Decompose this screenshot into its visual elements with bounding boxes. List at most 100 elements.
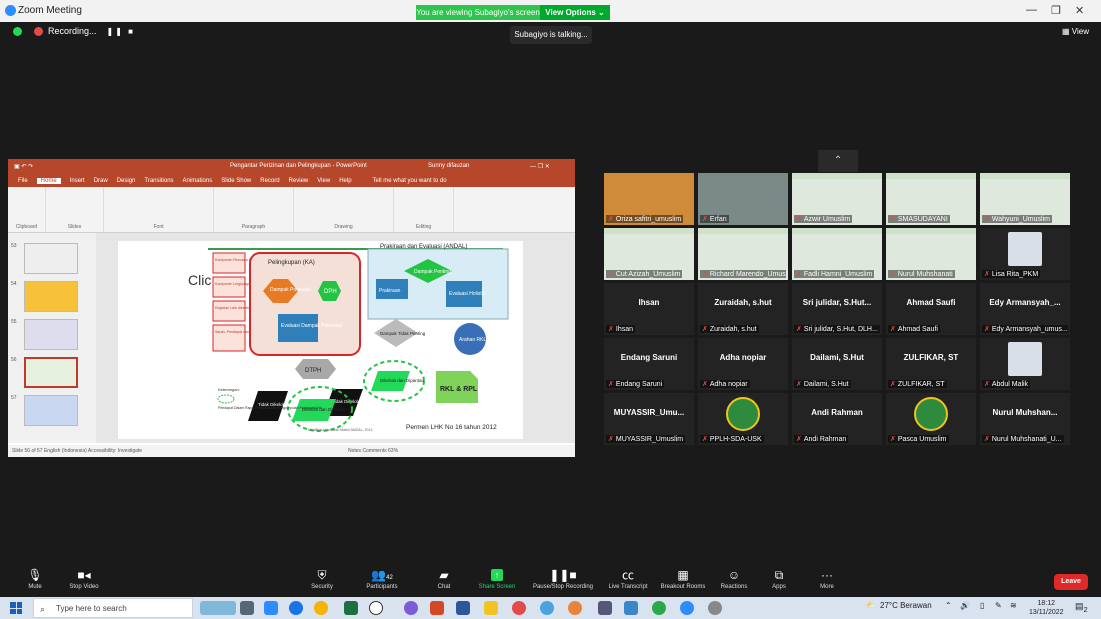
ppt-tab-slide-show[interactable]: Slide Show	[221, 178, 251, 184]
pause-recording-button[interactable]: ❚❚■ Pause/Stop Recording	[528, 567, 598, 590]
taskbar-search[interactable]: ⌕ Type here to search	[33, 598, 193, 618]
ribbon-group-clipboard[interactable]: Clipboard	[8, 187, 46, 232]
restore-icon[interactable]: ❐	[1051, 4, 1061, 17]
slide-thumbnail[interactable]	[24, 243, 78, 274]
ppt-tell-me[interactable]: Tell me what you want to do	[373, 178, 447, 184]
share-screen-button[interactable]: ↑ Share Screen	[474, 567, 520, 590]
powerpoint-icon[interactable]	[430, 601, 444, 615]
ribbon-group-font[interactable]: Font	[104, 187, 214, 232]
participant-tile[interactable]: ✗ Nurul Muhshanati	[886, 228, 976, 280]
participant-tile[interactable]: ✗ Pasca Umuslim	[886, 393, 976, 445]
reactions-button[interactable]: ☺ Reactions	[716, 567, 752, 590]
slide-thumbnail[interactable]	[24, 319, 78, 350]
ppt-tab-draw[interactable]: Draw	[94, 178, 108, 184]
task-view-icon[interactable]	[240, 601, 254, 615]
ribbon-group-paragraph[interactable]: Paragraph	[214, 187, 294, 232]
weather-icon[interactable]: ⛅	[866, 601, 876, 610]
slide-thumbnail[interactable]	[24, 357, 78, 388]
app-purple-icon[interactable]	[404, 601, 418, 615]
participant-tile[interactable]: MUYASSIR_Umu... ✗ MUYASSIR_Umuslim	[604, 393, 694, 445]
ppt-tab-view[interactable]: View	[317, 178, 330, 184]
speaker-icon[interactable]: 🔊	[960, 601, 970, 610]
participant-tile[interactable]: ZULFIKAR, ST ✗ ZULFIKAR, ST	[886, 338, 976, 390]
app-icon[interactable]	[369, 601, 383, 615]
notifications-icon[interactable]: ▤2	[1075, 601, 1088, 614]
participant-tile[interactable]: ✗ Wahyuni_Umuslim	[980, 173, 1070, 225]
gallery-prev-page-icon[interactable]: ⌃	[818, 150, 858, 172]
ppt-tab-animations[interactable]: Animations	[183, 178, 213, 184]
ribbon-group-drawing[interactable]: Drawing	[294, 187, 394, 232]
view-button[interactable]: ▦ View	[1062, 27, 1089, 36]
live-transcript-button[interactable]: ㏄ Live Transcript	[604, 567, 652, 590]
zoom-taskbar-icon[interactable]	[264, 601, 278, 615]
slide-thumbnail[interactable]	[24, 395, 78, 426]
participant-tile[interactable]: Zuraidah, s.hut ✗ Zuraidah, s.hut	[698, 283, 788, 335]
participant-tile[interactable]: ✗ Azwir Umuslim	[792, 173, 882, 225]
ribbon-group-slides[interactable]: Slides	[46, 187, 104, 232]
apps-button[interactable]: ⧉ Apps	[766, 567, 792, 590]
app-red-icon[interactable]	[512, 601, 526, 615]
participant-tile[interactable]: ✗ PPLH-SDA-USK	[698, 393, 788, 445]
app-green-icon[interactable]	[652, 601, 666, 615]
settings-gear-icon[interactable]	[708, 601, 722, 615]
ppt-tab-design[interactable]: Design	[117, 178, 136, 184]
news-widget-icon[interactable]	[200, 601, 236, 615]
more-button[interactable]: ··· More	[813, 567, 841, 590]
taskbar-clock[interactable]: 18:12 13/11/2022	[1029, 599, 1064, 617]
participant-tile[interactable]: ✗ Oriza safitri_umuslim	[604, 173, 694, 225]
participant-tile[interactable]: Ihsan ✗ Ihsan	[604, 283, 694, 335]
word-icon[interactable]	[456, 601, 470, 615]
browser-icon[interactable]	[314, 601, 328, 615]
participant-tile[interactable]: ✗ Cut Azizah_Umuslim	[604, 228, 694, 280]
participant-tile[interactable]: ✗ Lisa Rita_PKM	[980, 228, 1070, 280]
participant-tile[interactable]: ✗ Abdul Malik	[980, 338, 1070, 390]
mute-button[interactable]: 🎙 Mute	[20, 567, 50, 590]
battery-icon[interactable]: ▯	[980, 601, 984, 610]
excel-icon[interactable]	[344, 601, 358, 615]
zoom-app-icon[interactable]	[680, 601, 694, 615]
tray-chevron-icon[interactable]: ⌃	[945, 601, 952, 610]
mail-icon[interactable]	[624, 601, 638, 615]
participant-tile[interactable]: Dailami, S.Hut ✗ Dailami, S.Hut	[792, 338, 882, 390]
ribbon-group-editing[interactable]: Editing	[394, 187, 454, 232]
file-explorer-icon[interactable]	[484, 601, 498, 615]
edge-icon[interactable]	[540, 601, 554, 615]
recording-controls[interactable]: ❚❚ ■	[107, 27, 135, 36]
leave-button[interactable]: Leave	[1054, 574, 1088, 590]
chat-button[interactable]: ▰ Chat	[430, 567, 458, 590]
firefox-icon[interactable]	[568, 601, 582, 615]
view-options-button[interactable]: View Options ⌄	[540, 5, 610, 20]
participant-tile[interactable]: ✗ Fadli Hamni_Umuslim	[792, 228, 882, 280]
participant-tile[interactable]: Adha nopiar ✗ Adha nopiar	[698, 338, 788, 390]
participant-tile[interactable]: Nurul Muhshan... ✗ Nurul Muhshanati_U...	[980, 393, 1070, 445]
camera-icon[interactable]	[598, 601, 612, 615]
ppt-tab-file[interactable]: File	[18, 178, 28, 184]
participant-tile[interactable]: Endang Saruni ✗ Endang Saruni	[604, 338, 694, 390]
participant-tile[interactable]: ✗Richard Marendo_Umuslim	[698, 228, 788, 280]
participant-tile[interactable]: Andi Rahman ✗ Andi Rahman	[792, 393, 882, 445]
recording-indicator[interactable]: Recording... ❚❚ ■	[34, 26, 135, 37]
breakout-rooms-button[interactable]: ▦ Breakout Rooms	[656, 567, 710, 590]
minimize-icon[interactable]: —	[1026, 4, 1037, 16]
stop-video-button[interactable]: ■◂ Stop Video	[62, 567, 106, 590]
participant-tile[interactable]: Edy Armansyah_... ✗ Edy Armansyah_umus...	[980, 283, 1070, 335]
security-button[interactable]: ⛨ Security	[305, 567, 339, 590]
ppt-tab-help[interactable]: Help	[339, 178, 351, 184]
ppt-tab-transitions[interactable]: Transitions	[144, 178, 173, 184]
participant-tile[interactable]: ✗ Erfan	[698, 173, 788, 225]
ppt-tab-record[interactable]: Record	[260, 178, 279, 184]
windows-start-icon[interactable]	[10, 602, 22, 614]
close-icon[interactable]: ✕	[1075, 4, 1084, 17]
chrome-icon[interactable]	[289, 601, 303, 615]
slide-thumbnail[interactable]	[24, 281, 78, 312]
participant-tile[interactable]: Ahmad Saufi ✗ Ahmad Saufi	[886, 283, 976, 335]
ppt-tab-review[interactable]: Review	[289, 178, 309, 184]
ppt-tab-insert[interactable]: Insert	[70, 178, 85, 184]
participant-tile[interactable]: ✗ SMASUDAYANI	[886, 173, 976, 225]
wifi-icon[interactable]: ≋	[1010, 601, 1017, 610]
weather-text[interactable]: 27°C Berawan	[880, 601, 932, 610]
pen-icon[interactable]: ✎	[995, 601, 1002, 610]
ppt-tab-home[interactable]: Home	[36, 178, 61, 184]
participants-button[interactable]: 👥42 Participants	[358, 567, 406, 590]
participant-tile[interactable]: Sri julidar, S.Hut... ✗ Sri julidar, S.Hut…	[792, 283, 882, 335]
